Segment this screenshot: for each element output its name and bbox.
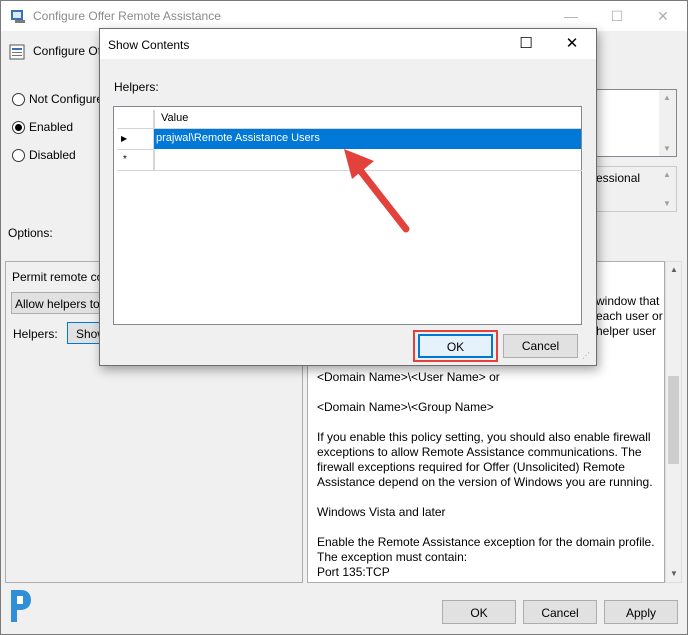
dialog-titlebar: Show Contents ☐ ✕ xyxy=(100,29,596,59)
annotation-arrow-icon xyxy=(344,149,410,233)
row-header[interactable]: ▶ xyxy=(117,129,154,150)
policy-icon xyxy=(11,10,25,23)
close-button[interactable]: ✕ xyxy=(640,1,686,31)
help-text-line: Enable the Remote Assistance exception f… xyxy=(317,535,655,549)
scroll-thumb[interactable] xyxy=(668,376,679,464)
help-partial-line-3: helper user xyxy=(596,324,657,338)
dialog-close-button[interactable]: ✕ xyxy=(550,29,594,59)
help-text-line: <Domain Name>\<User Name> or xyxy=(317,370,500,384)
not-configured-label: Not Configure xyxy=(29,92,104,106)
help-partial-line-1: window that xyxy=(596,294,660,308)
window-title: Configure Offer Remote Assistance xyxy=(33,9,221,23)
help-text-line: Port 135:TCP xyxy=(317,565,390,579)
scroll-up-icon: ▲ xyxy=(663,170,671,179)
dialog-maximize-button[interactable]: ☐ xyxy=(504,29,548,59)
minimize-button[interactable]: — xyxy=(548,1,594,31)
scroll-down-icon: ▼ xyxy=(663,199,671,208)
dialog-ok-button[interactable]: OK xyxy=(418,334,493,358)
help-text-line: The exception must contain: xyxy=(317,550,468,564)
enabled-label: Enabled xyxy=(29,120,74,134)
helper-value[interactable]: prajwal\Remote Assistance Users xyxy=(156,132,320,144)
cancel-button[interactable]: Cancel xyxy=(523,600,597,624)
dialog-title: Show Contents xyxy=(108,38,190,52)
setting-icon xyxy=(9,44,25,60)
help-text-line: <Domain Name>\<Group Name> xyxy=(317,400,494,414)
dialog-cancel-button[interactable]: Cancel xyxy=(503,334,578,358)
comment-scrollbar[interactable]: ▲ ▼ xyxy=(659,90,676,156)
options-label: Options: xyxy=(8,226,53,240)
help-text-line: Assistance depend on the version of Wind… xyxy=(317,475,653,489)
current-row-marker: ▶ xyxy=(121,134,128,143)
scroll-up-icon: ▲ xyxy=(663,93,671,102)
apply-button[interactable]: Apply xyxy=(604,600,678,624)
supported-on-text: essional xyxy=(596,171,641,185)
help-text-line: If you enable this policy setting, you s… xyxy=(317,430,651,444)
ok-button[interactable]: OK xyxy=(442,600,516,624)
help-text-line: exceptions to allow Remote Assistance co… xyxy=(317,445,642,459)
helpers-list-label: Helpers: xyxy=(114,80,159,94)
value-column-label: Value xyxy=(161,112,189,124)
value-column-header[interactable]: Value xyxy=(154,110,581,129)
new-row-marker: * xyxy=(123,154,127,165)
disabled-radio[interactable] xyxy=(12,149,25,162)
resize-grip-icon[interactable]: ⋰ xyxy=(582,351,590,360)
helpers-permission-dropdown[interactable]: Allow helpers to xyxy=(11,292,111,314)
window-titlebar: Configure Offer Remote Assistance — ☐ ✕ xyxy=(1,1,687,31)
not-configured-radio[interactable] xyxy=(12,93,25,106)
supported-on-box: essional ▲ ▼ xyxy=(595,166,677,212)
help-text-line: Windows Vista and later xyxy=(317,505,446,519)
disabled-label: Disabled xyxy=(29,148,76,162)
help-partial-line-2: each user or xyxy=(596,309,663,323)
watermark-logo-icon xyxy=(11,590,31,622)
maximize-button[interactable]: ☐ xyxy=(594,1,640,31)
scroll-up-icon: ▲ xyxy=(670,265,678,274)
help-text-line: firewall exceptions required for Offer (… xyxy=(317,460,625,474)
helpers-label: Helpers: xyxy=(13,327,58,341)
grid-corner xyxy=(117,110,154,129)
scroll-down-icon: ▼ xyxy=(670,569,678,578)
supported-scrollbar[interactable]: ▲ ▼ xyxy=(659,167,676,211)
comment-box[interactable]: ▲ ▼ xyxy=(595,89,677,157)
show-contents-dialog: Show Contents ☐ ✕ Helpers: Value ▶ prajw… xyxy=(99,28,597,366)
help-scrollbar[interactable]: ▲ ▼ xyxy=(665,261,682,583)
enabled-radio[interactable] xyxy=(12,121,25,134)
scroll-down-icon: ▼ xyxy=(663,144,671,153)
row-header[interactable]: * xyxy=(117,150,154,171)
permit-label: Permit remote co xyxy=(12,270,104,284)
setting-name: Configure Of xyxy=(33,44,102,58)
